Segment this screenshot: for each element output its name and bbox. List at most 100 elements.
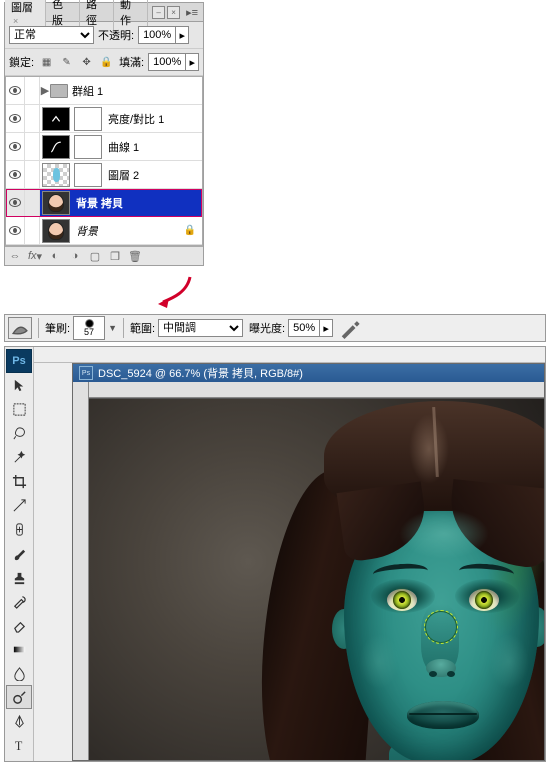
range-select[interactable]: 中間調 bbox=[158, 319, 243, 337]
document-window: Ps DSC_5924 @ 66.7% (背景 拷貝, RGB/8#) bbox=[72, 363, 545, 761]
layer-row[interactable]: 亮度/對比 1 bbox=[6, 105, 202, 133]
blur-tool[interactable] bbox=[6, 661, 32, 685]
brush-cursor-icon bbox=[424, 610, 458, 644]
canvas[interactable] bbox=[89, 398, 544, 760]
lasso-tool[interactable] bbox=[6, 421, 32, 445]
close-icon[interactable]: × bbox=[13, 16, 18, 26]
document-titlebar[interactable]: Ps DSC_5924 @ 66.7% (背景 拷貝, RGB/8#) bbox=[73, 364, 544, 382]
svg-text:T: T bbox=[14, 739, 22, 753]
ps-logo-icon: Ps bbox=[6, 349, 32, 373]
panel-tabs: 圖層× 色版 路徑 動作 – × ▸≡ bbox=[5, 3, 203, 22]
eye-icon bbox=[9, 114, 21, 123]
photo-content bbox=[89, 399, 544, 760]
ruler-horizontal bbox=[89, 382, 544, 398]
layers-panel: 圖層× 色版 路徑 動作 – × ▸≡ 正常 不透明: 100%▸ 鎖定: ▦ … bbox=[4, 2, 204, 266]
lock-icon: 🔒 bbox=[184, 225, 196, 236]
type-tool[interactable]: T bbox=[6, 733, 32, 757]
lock-options: ▦ ✎ ✥ 🔒 bbox=[38, 54, 115, 71]
opacity-label: 不透明: bbox=[98, 27, 134, 43]
layer-name: 背景 拷貝 bbox=[72, 195, 123, 211]
document-title: DSC_5924 @ 66.7% (背景 拷貝, RGB/8#) bbox=[98, 365, 303, 381]
delete-layer-icon[interactable]: 🗑 bbox=[128, 250, 142, 263]
layer-style-icon[interactable]: fx▾ bbox=[28, 250, 42, 263]
tool-strip: Ps T bbox=[5, 347, 34, 761]
mask-thumb bbox=[74, 163, 102, 187]
chevron-right-icon[interactable]: ▸ bbox=[175, 27, 188, 43]
lock-pixels-icon[interactable]: ✎ bbox=[58, 54, 75, 71]
minimize-icon[interactable]: – bbox=[152, 6, 165, 19]
layer-thumb bbox=[42, 107, 70, 131]
chevron-down-icon[interactable]: ▼ bbox=[108, 323, 117, 333]
dodge-tool[interactable] bbox=[6, 685, 32, 709]
layer-thumb bbox=[42, 219, 70, 243]
slice-tool[interactable] bbox=[6, 493, 32, 517]
visibility-toggle[interactable] bbox=[6, 189, 25, 216]
chevron-right-icon[interactable]: ▸ bbox=[319, 320, 332, 336]
healing-tool[interactable] bbox=[6, 517, 32, 541]
ruler-vertical bbox=[73, 382, 89, 760]
layer-row[interactable]: 曲線 1 bbox=[6, 133, 202, 161]
folder-icon bbox=[50, 84, 68, 98]
visibility-toggle[interactable] bbox=[6, 161, 25, 188]
marquee-tool[interactable] bbox=[6, 397, 32, 421]
ps-doc-icon: Ps bbox=[79, 366, 93, 380]
tool-preset-icon[interactable] bbox=[8, 317, 32, 339]
options-bar: 筆刷: 57 ▼ 範圍: 中間調 曝光度: 50%▸ bbox=[4, 314, 546, 342]
layer-row[interactable]: 圖層 2 bbox=[6, 161, 202, 189]
blend-mode-select[interactable]: 正常 bbox=[9, 26, 94, 44]
crop-tool[interactable] bbox=[6, 469, 32, 493]
chevron-right-icon[interactable]: ▸ bbox=[185, 54, 198, 70]
lock-transparent-icon[interactable]: ▦ bbox=[38, 54, 55, 71]
layer-row[interactable]: 背景 🔒 bbox=[6, 217, 202, 245]
layer-name: 圖層 2 bbox=[104, 167, 139, 183]
visibility-toggle[interactable] bbox=[6, 77, 25, 104]
visibility-toggle[interactable] bbox=[6, 217, 25, 244]
brush-size: 57 bbox=[84, 328, 94, 337]
adjustment-layer-icon[interactable]: ◑ bbox=[68, 250, 82, 262]
panel-footer: ⇔ fx▾ ◐ ◑ ▢ ❐ 🗑 bbox=[5, 246, 203, 265]
layer-thumb bbox=[42, 191, 70, 215]
opacity-input[interactable]: 100%▸ bbox=[138, 26, 189, 44]
layer-thumb bbox=[42, 135, 70, 159]
layer-row-selected[interactable]: 背景 拷貝 bbox=[6, 189, 202, 217]
visibility-toggle[interactable] bbox=[6, 105, 25, 132]
new-layer-icon[interactable]: ❐ bbox=[108, 250, 122, 263]
spacer bbox=[34, 347, 545, 363]
layer-thumb bbox=[42, 163, 70, 187]
tab-layers[interactable]: 圖層× bbox=[5, 0, 46, 29]
eraser-tool[interactable] bbox=[6, 613, 32, 637]
layer-mask-icon[interactable]: ◐ bbox=[48, 250, 62, 262]
disclosure-icon[interactable]: ▶ bbox=[40, 84, 50, 97]
layer-row[interactable]: ▶ 群組 1 bbox=[6, 77, 202, 105]
brush-tool[interactable] bbox=[6, 541, 32, 565]
history-brush-tool[interactable] bbox=[6, 589, 32, 613]
panel-menu-icon[interactable]: ▸≡ bbox=[181, 6, 203, 19]
brush-picker[interactable]: 57 bbox=[73, 316, 105, 340]
new-group-icon[interactable]: ▢ bbox=[88, 250, 102, 263]
mask-thumb bbox=[74, 107, 102, 131]
airbrush-icon[interactable] bbox=[339, 318, 361, 338]
lock-fill-row: 鎖定: ▦ ✎ ✥ 🔒 填滿: 100%▸ bbox=[5, 49, 203, 76]
brush-label: 筆刷: bbox=[45, 320, 70, 336]
close-panel-icon[interactable]: × bbox=[167, 6, 180, 19]
eye-icon bbox=[9, 226, 21, 235]
lock-position-icon[interactable]: ✥ bbox=[78, 54, 95, 71]
exposure-label: 曝光度: bbox=[249, 320, 285, 336]
workspace: Ps T Ps DSC_5924 @ 66.7% (背景 拷貝, RGB/8#) bbox=[4, 346, 546, 762]
gradient-tool[interactable] bbox=[6, 637, 32, 661]
blend-opacity-row: 正常 不透明: 100%▸ bbox=[5, 22, 203, 49]
eye-icon bbox=[9, 142, 21, 151]
exposure-input[interactable]: 50%▸ bbox=[288, 319, 333, 337]
link-layers-icon[interactable]: ⇔ bbox=[8, 250, 22, 262]
pen-tool[interactable] bbox=[6, 709, 32, 733]
visibility-toggle[interactable] bbox=[6, 133, 25, 160]
lock-all-icon[interactable]: 🔒 bbox=[98, 54, 115, 71]
annotation-arrow-icon bbox=[155, 274, 195, 309]
move-tool[interactable] bbox=[6, 373, 32, 397]
wand-tool[interactable] bbox=[6, 445, 32, 469]
layer-name: 群組 1 bbox=[68, 83, 103, 99]
stamp-tool[interactable] bbox=[6, 565, 32, 589]
range-label: 範圍: bbox=[130, 320, 155, 336]
fill-input[interactable]: 100%▸ bbox=[148, 53, 199, 71]
lock-label: 鎖定: bbox=[9, 54, 34, 70]
